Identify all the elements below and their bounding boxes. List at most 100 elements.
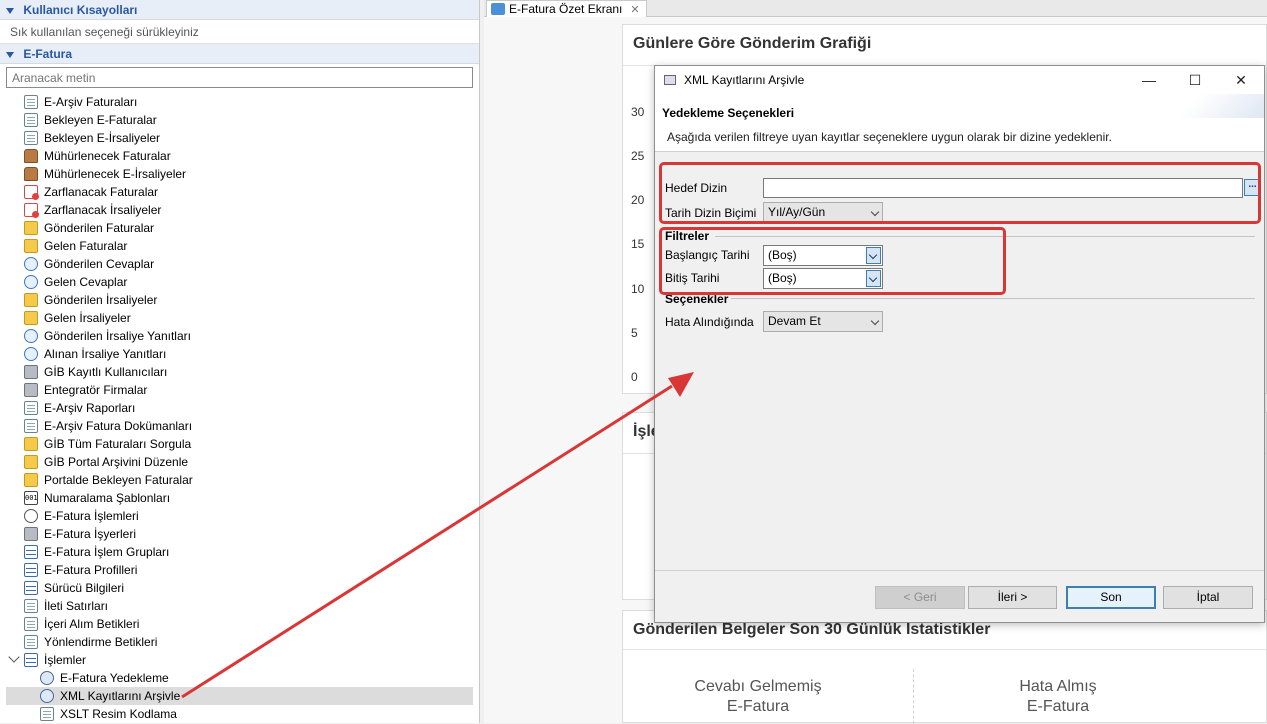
tree-item[interactable]: E-Arşiv Faturaları [0, 93, 480, 111]
tree-item[interactable]: Zarflanacak Faturalar [0, 183, 480, 201]
on-error-select[interactable]: Devam Et [763, 311, 883, 332]
on-error-value: Devam Et [768, 314, 821, 328]
gear-icon [40, 689, 54, 703]
tree-item[interactable]: Yönlendirme Betikleri [0, 633, 480, 651]
tree-item[interactable]: E-Arşiv Fatura Dokümanları [0, 417, 480, 435]
search-input[interactable] [6, 67, 473, 88]
tree-item[interactable]: XSLT Resim Kodlama [0, 705, 480, 723]
tree-item[interactable]: Sürücü Bilgileri [0, 579, 480, 597]
tree-item[interactable]: GİB Portal Arşivini Düzenle [0, 453, 480, 471]
y-tick: 5 [631, 326, 638, 340]
report-icon [24, 401, 38, 415]
image-icon [40, 707, 54, 721]
efatura-section-header[interactable]: E-Fatura [0, 44, 479, 64]
tree-item-label: E-Arşiv Raporları [44, 401, 136, 415]
close-button[interactable]: ✕ [1218, 66, 1264, 94]
tree-item[interactable]: E-Arşiv Raporları [0, 399, 480, 417]
back-button[interactable]: < Geri [875, 586, 965, 609]
tab-bar: E-Fatura Özet Ekranı ✕ [484, 0, 1267, 17]
folder-icon [24, 221, 38, 235]
gear-icon [40, 671, 54, 685]
stat-label-line1: Cevabı Gelmemiş [694, 678, 822, 695]
tree-item-label: Gönderilen İrsaliyeler [44, 293, 158, 307]
building-icon [24, 365, 38, 379]
dialog-titlebar[interactable]: XML Kayıtlarını Arşivle — ☐ ✕ [655, 66, 1264, 94]
summary-icon [491, 3, 505, 15]
divider [623, 649, 1267, 650]
stats-card: Gönderilen Belgeler Son 30 Günlük İstati… [622, 610, 1267, 724]
document-icon [24, 635, 38, 649]
tree-item-selected[interactable]: XML Kayıtlarını Arşivle [6, 687, 473, 705]
tree-item[interactable]: Gönderilen Faturalar [0, 219, 480, 237]
tree-item-processes[interactable]: İşlemler [0, 651, 480, 669]
processes-icon [24, 653, 38, 667]
query-icon [24, 437, 38, 451]
tree-item[interactable]: Mühürlenecek E-İrsaliyeler [0, 165, 480, 183]
tree-item[interactable]: 001 Numaralama Şablonları [0, 489, 480, 507]
tree-item-label: GİB Tüm Faturaları Sorgula [44, 437, 192, 451]
tree-item-label: Zarflanacak Faturalar [44, 185, 159, 199]
cancel-button[interactable]: İptal [1163, 586, 1253, 609]
tree-item[interactable]: Alınan İrsaliye Yanıtları [0, 345, 480, 363]
tree-item[interactable]: E-Fatura Profilleri [0, 561, 480, 579]
tree-item[interactable]: GİB Kayıtlı Kullanıcıları [0, 363, 480, 381]
tree-item[interactable]: Gelen Faturalar [0, 237, 480, 255]
document-icon [24, 131, 38, 145]
tree-item[interactable]: E-Fatura İşlem Grupları [0, 543, 480, 561]
stat-errored[interactable]: Hata Almış E-Fatura [963, 677, 1153, 717]
next-button[interactable]: İleri > [968, 586, 1057, 609]
header-title: Yedekleme Seçenekleri [662, 106, 795, 120]
grid-icon [24, 581, 38, 595]
collapse-triangle-icon [6, 7, 14, 14]
tree-item[interactable]: Mühürlenecek Faturalar [0, 147, 480, 165]
building-icon [24, 383, 38, 397]
tree-item-label: Portalde Bekleyen Faturalar [44, 473, 193, 487]
expand-chevron-icon[interactable] [8, 651, 20, 663]
tree-item-label: E-Fatura İşlem Grupları [44, 545, 170, 559]
tree-item[interactable]: E-Fatura Yedekleme [0, 669, 480, 687]
tree-item[interactable]: E-Fatura İşlemleri [0, 507, 480, 525]
tree-item[interactable]: Gönderilen Cevaplar [0, 255, 480, 273]
tree-item[interactable]: Zarflanacak İrsaliyeler [0, 201, 480, 219]
minimize-button[interactable]: — [1126, 66, 1172, 94]
navigation-tree: E-Arşiv Faturaları Bekleyen E-Faturalar … [0, 93, 480, 723]
window-icon [664, 75, 676, 85]
stat-label-line2: E-Fatura [726, 698, 790, 715]
dialog-header: Yedekleme Seçenekleri Aşağıda verilen fi… [655, 94, 1264, 152]
stat-unanswered[interactable]: Cevabı Gelmemiş E-Fatura [663, 677, 853, 717]
tree-item[interactable]: Bekleyen E-İrsaliyeler [0, 129, 480, 147]
workplace-icon [24, 527, 38, 541]
magnifier-icon [24, 509, 38, 523]
reply-icon [24, 347, 38, 361]
tree-item[interactable]: Bekleyen E-Faturalar [0, 111, 480, 129]
grid-icon [24, 563, 38, 577]
tree-item-label: E-Arşiv Fatura Dokümanları [44, 419, 193, 433]
tree-item-label: Gelen İrsaliyeler [44, 311, 131, 325]
tree-item-label: Gelen Faturalar [44, 239, 128, 253]
maximize-button[interactable]: ☐ [1172, 66, 1218, 94]
tree-item-label: Gönderilen İrsaliye Yanıtları [44, 329, 191, 343]
finish-button[interactable]: Son [1066, 586, 1156, 609]
shortcuts-section-header[interactable]: Kullanıcı Kısayolları [0, 0, 479, 20]
shortcuts-hint: Sık kullanılan seçeneği sürükleyiniz [0, 20, 479, 44]
archive-xml-dialog: XML Kayıtlarını Arşivle — ☐ ✕ Yedekleme … [654, 65, 1265, 623]
y-tick: 25 [631, 149, 645, 163]
stamp-icon [24, 167, 38, 181]
tree-item[interactable]: Entegratör Firmalar [0, 381, 480, 399]
tree-item[interactable]: GİB Tüm Faturaları Sorgula [0, 435, 480, 453]
tree-item-label: Gönderilen Faturalar [44, 221, 155, 235]
stat-label-line2: E-Fatura [1026, 698, 1090, 715]
tree-item[interactable]: İleti Satırları [0, 597, 480, 615]
y-tick: 0 [631, 370, 638, 384]
tab-efatura-summary[interactable]: E-Fatura Özet Ekranı ✕ [486, 0, 647, 17]
tree-item[interactable]: Portalde Bekleyen Faturalar [0, 471, 480, 489]
tree-item[interactable]: Gönderilen İrsaliyeler [0, 291, 480, 309]
tree-item[interactable]: Gönderilen İrsaliye Yanıtları [0, 327, 480, 345]
tree-item[interactable]: Gelen Cevaplar [0, 273, 480, 291]
reply-icon [24, 275, 38, 289]
tree-item[interactable]: E-Fatura İşyerleri [0, 525, 480, 543]
tree-item-label: Mühürlenecek Faturalar [44, 149, 171, 163]
close-icon[interactable]: ✕ [630, 3, 639, 16]
tree-item[interactable]: İçeri Alım Betikleri [0, 615, 480, 633]
tree-item[interactable]: Gelen İrsaliyeler [0, 309, 480, 327]
